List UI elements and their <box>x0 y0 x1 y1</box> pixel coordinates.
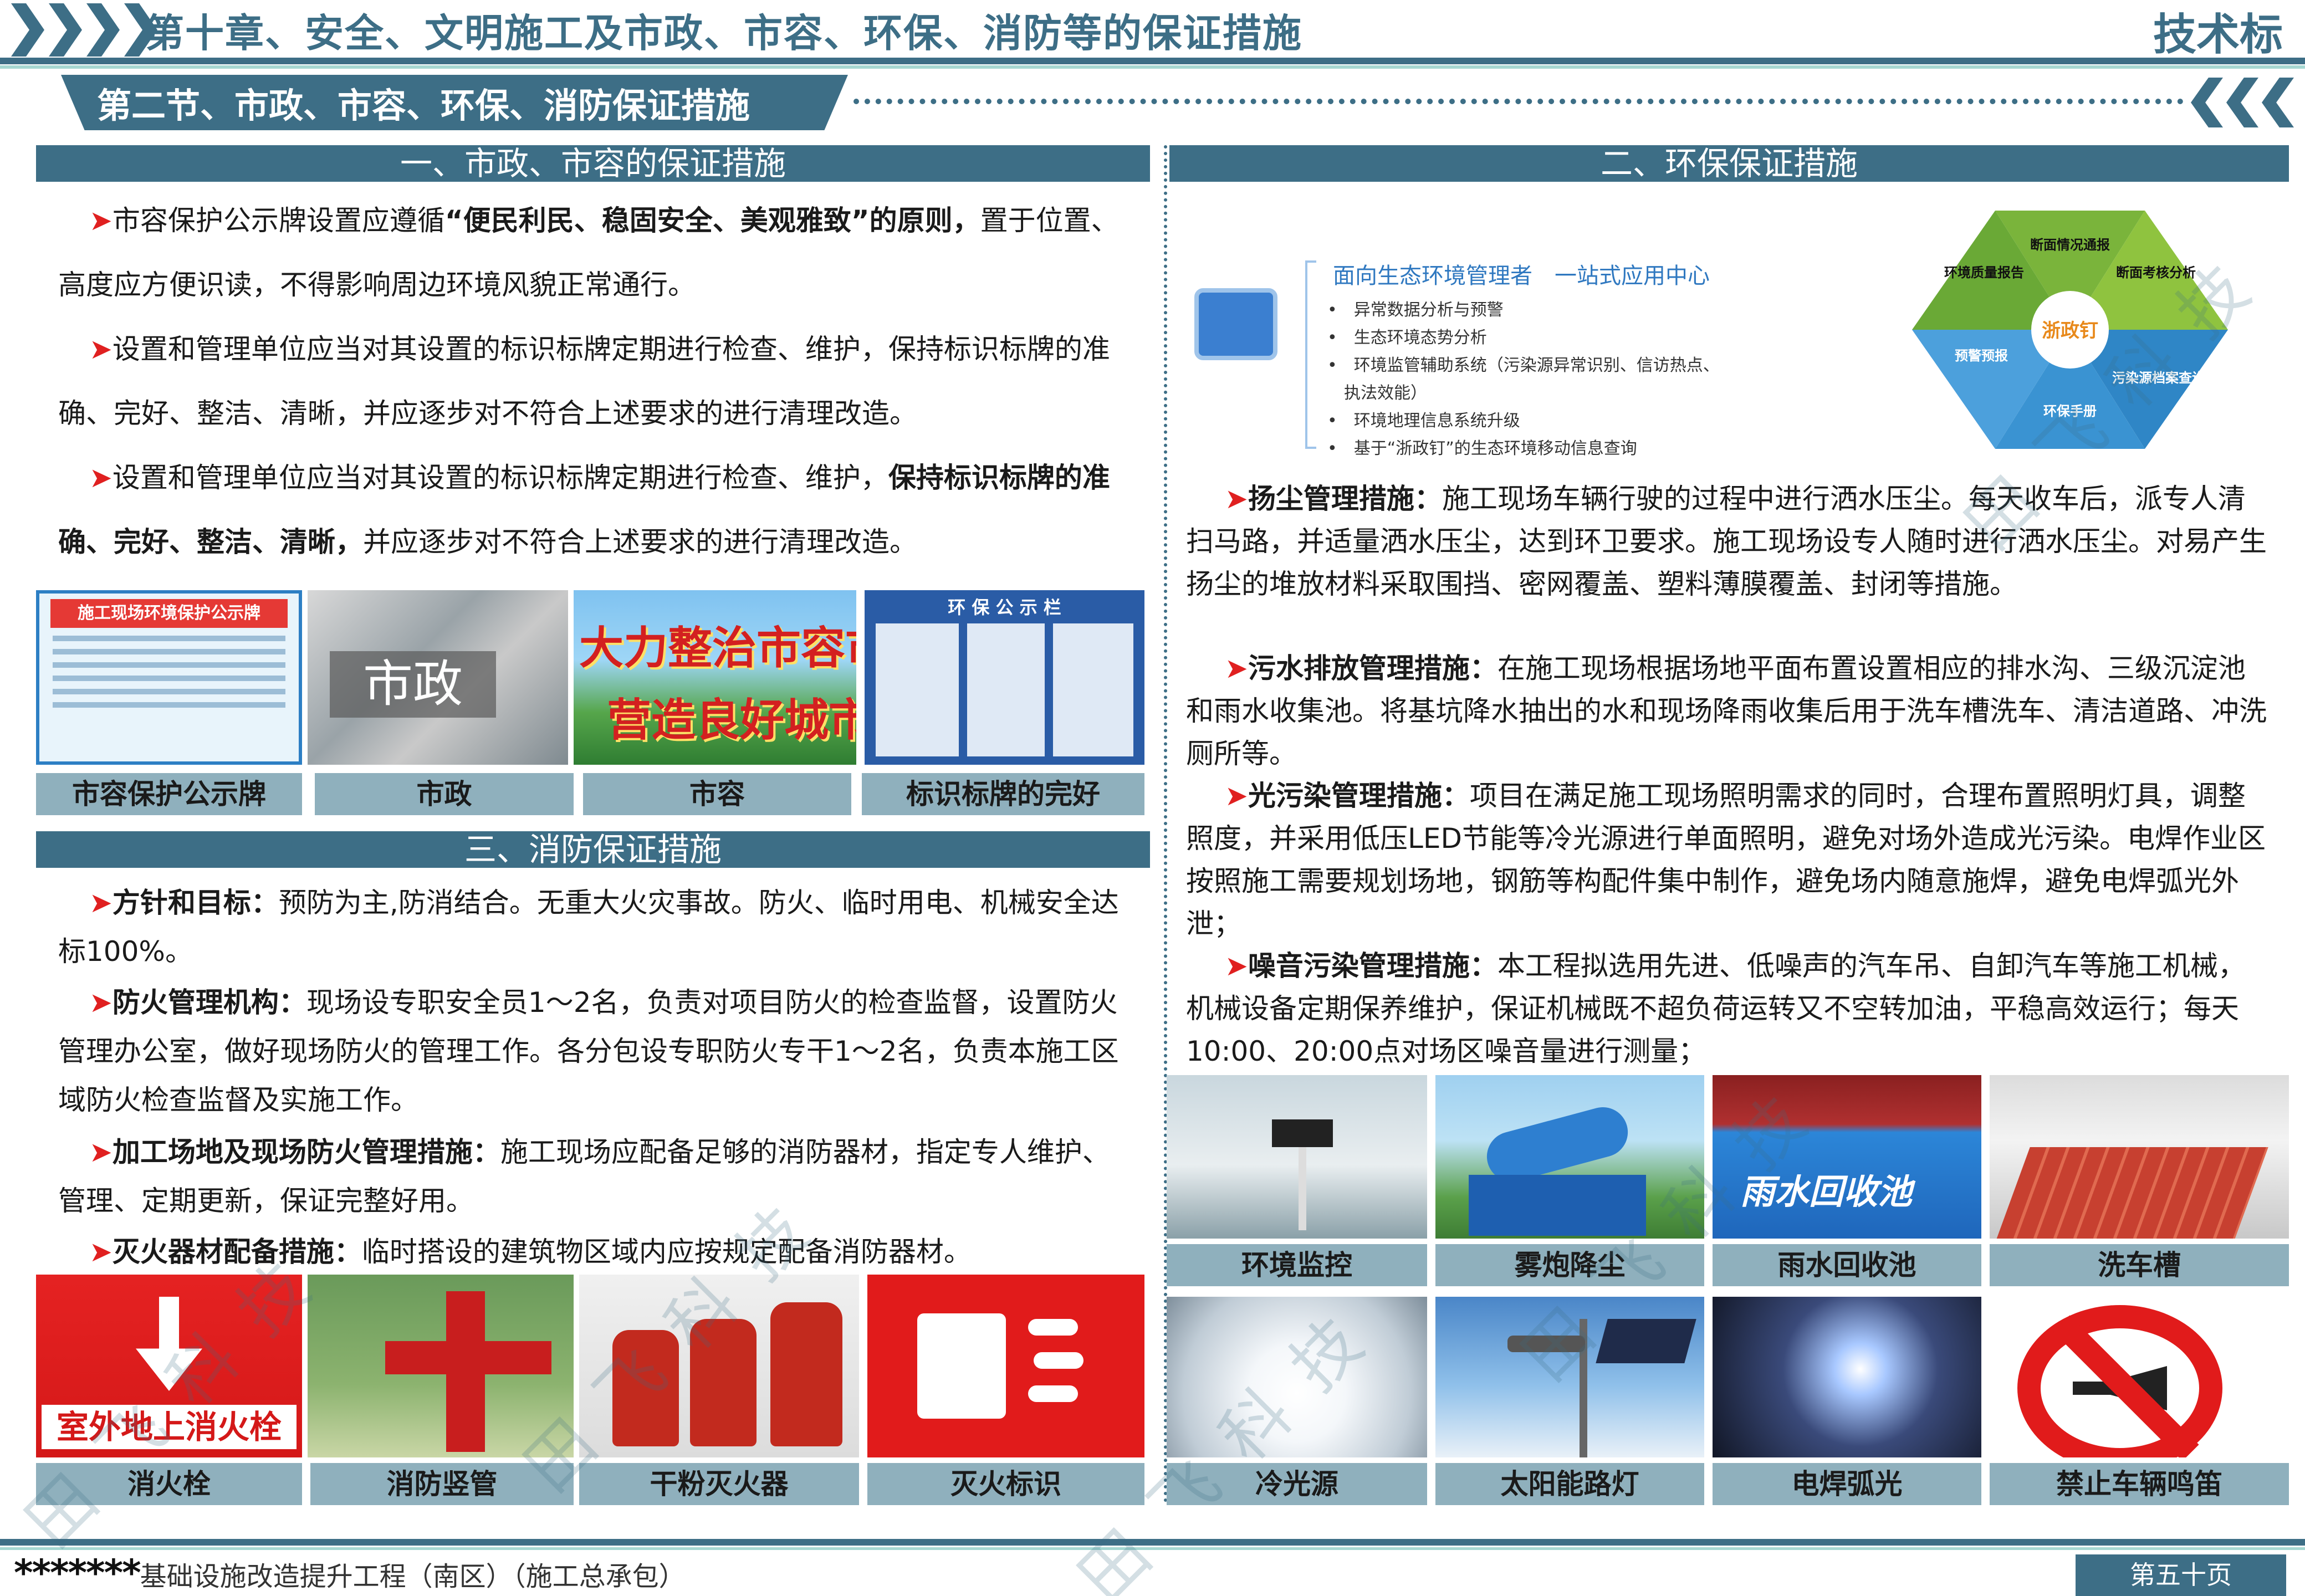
photo-environment-signboard: 施工现场环境保护公示牌 <box>36 590 302 765</box>
photo-no-horn-sign <box>1990 1297 2289 1457</box>
caption-municipal: 市政 <box>315 773 574 815</box>
paragraph-sign-maintenance-bold: ➤设置和管理单位应当对其设置的标识标牌定期进行检查、维护，保持标识标牌的准确、完… <box>58 462 1110 558</box>
bullet-arrow-icon: ➤ <box>89 204 113 237</box>
hex-label: 环境质量报告 <box>1944 265 2024 280</box>
caption-welding-arc: 电焊弧光 <box>1713 1463 1981 1505</box>
bullet-arrow-icon: ➤ <box>89 1236 113 1268</box>
section-title: 第二节、市政、市容、环保、消防保证措施 <box>97 85 750 126</box>
caption-rain-pool: 雨水回收池 <box>1713 1244 1981 1286</box>
forward-chevrons-icon <box>11 3 157 57</box>
list-item: • 环境监管辅助系统（污染源异常识别、信访热点、 <box>1327 356 1720 375</box>
paragraph-dust-control: ➤扬尘管理措施：施工现场车辆行驶的过程中进行洒水压尘。每天收车后，派专人清扫马路… <box>1186 483 2267 600</box>
bullet-arrow-icon: ➤ <box>1225 780 1248 812</box>
list-item: • 异常数据分析与预警 <box>1327 300 1504 320</box>
caption-env-monitor: 环境监控 <box>1167 1244 1427 1286</box>
photo-cold-light <box>1167 1297 1427 1457</box>
paragraph-sign-maintenance: ➤设置和管理单位应当对其设置的标识标牌定期进行检查、维护，保持标识标牌的准确、完… <box>58 333 1110 429</box>
photo-environment-monitor <box>1167 1075 1427 1239</box>
paragraph-fire-organization: ➤防火管理机构：现场设专职安全员1～2名，负责对项目防火的检查监督，设置防火管理… <box>58 986 1119 1116</box>
hex-label: 污染源档案查询 <box>2112 370 2205 386</box>
caption-no-horn: 禁止车辆鸣笛 <box>1990 1463 2289 1505</box>
photo-welding-arc <box>1713 1297 1981 1457</box>
paragraph-extinguisher-allocation: ➤灭火器材配备措施：临时搭设的建筑物区域内应按规定配备消防器材。 <box>89 1236 972 1268</box>
hex-label: 预警预报 <box>1955 348 2008 364</box>
caption-hydrant: 消火栓 <box>36 1463 302 1505</box>
caption-fog-cannon: 雾炮降尘 <box>1435 1244 1704 1286</box>
photo-rainwater-pool: 雨水回收池 <box>1713 1075 1981 1239</box>
paragraph-site-fire-management: ➤加工场地及现场防火管理措施：施工现场应配备足够的消防器材，指定专人维护、管理、… <box>58 1136 1110 1217</box>
photo-extinguisher-sign <box>867 1275 1144 1457</box>
caption-extinguisher: 干粉灭火器 <box>579 1463 859 1505</box>
bullet-arrow-icon: ➤ <box>1225 652 1248 684</box>
system-feature-list: • 异常数据分析与预警 • 生态环境态势分析 • 环境监管辅助系统（污染源异常识… <box>1327 296 1720 463</box>
list-item: • 环境地理信息系统升级 <box>1327 411 1520 431</box>
caption-signboard: 市容保护公示牌 <box>36 773 302 815</box>
footer-rule-accent <box>0 1547 2305 1550</box>
hex-label: 环保手册 <box>2043 403 2097 419</box>
paragraph-signboard-principle: ➤市容保护公示牌设置应遵循“便民利民、稳固安全、美观雅致”的原则，置于位置、高度… <box>58 204 1119 301</box>
photo-fog-cannon <box>1435 1075 1704 1239</box>
paragraph-light-pollution-control: ➤光污染管理措施：项目在满足施工现场照明需求的同时，合理布置照明灯具，调整照度，… <box>1186 780 2266 940</box>
caption-sign-intact: 标识标牌的完好 <box>862 773 1144 815</box>
chapter-header: 第十章、安全、文明施工及市政、市容、环保、消防等的保证措施 技术标 <box>0 0 2305 61</box>
hex-center-label: 浙政钉 <box>2042 320 2098 342</box>
footer-rule <box>0 1539 2305 1546</box>
extinguisher-icon <box>917 1313 1006 1419</box>
photo-dry-powder-extinguishers <box>579 1275 859 1457</box>
section-dotted-rule <box>853 99 2184 104</box>
bullet-arrow-icon: ➤ <box>89 887 113 919</box>
bullet-arrow-icon: ➤ <box>89 986 113 1019</box>
arrow-down-icon <box>136 1297 202 1391</box>
photo-municipal-sign: 市政 <box>308 590 568 765</box>
header-rule <box>0 58 2305 64</box>
hexagon-function-wheel: 浙政钉 断面情况通报 断面考核分析 污染源档案查询 环保手册 预警预报 环境质量… <box>1912 211 2228 449</box>
caption-standpipe: 消防竖管 <box>310 1463 574 1505</box>
photo-car-wash-trough <box>1990 1075 2289 1239</box>
caption-fire-sign: 灭火标识 <box>867 1463 1144 1505</box>
hex-label: 断面情况通报 <box>2030 237 2110 253</box>
hex-label: 断面考核分析 <box>2116 265 2196 280</box>
back-chevrons-icon <box>2191 78 2294 127</box>
paragraph-noise-control: ➤噪音污染管理措施：本工程拟选用先进、低噪声的汽车吊、自卸汽车等施工机械，机械设… <box>1186 950 2246 1067</box>
system-title: 面向生态环境管理者 一站式应用中心 <box>1333 263 1710 289</box>
photo-fire-standpipe <box>308 1275 574 1457</box>
page-number: 第五十页 <box>2076 1554 2286 1596</box>
bullet-arrow-icon: ➤ <box>89 1136 113 1168</box>
list-item: 执法效能） <box>1344 383 1427 403</box>
chapter-tag: 技术标 <box>2153 10 2283 60</box>
paragraph-wastewater-control: ➤污水排放管理措施：在施工现场根据场地平面布置设置相应的排水沟、三级沉淀池和雨水… <box>1186 652 2267 770</box>
paragraph-fire-policy: ➤方针和目标：预防为主,防消结合。无重大火灾事故。防火、临时用电、机械安全达标1… <box>58 887 1119 968</box>
bullet-arrow-icon: ➤ <box>89 462 113 494</box>
header-rule-accent <box>0 65 2305 69</box>
subhead-fire: 三、消防保证措施 <box>36 831 1150 868</box>
bullet-arrow-icon: ➤ <box>1225 950 1248 982</box>
subhead-municipal: 一、市政、市容的保证措施 <box>36 145 1150 182</box>
chapter-title: 第十章、安全、文明施工及市政、市容、环保、消防等的保证措施 <box>145 11 1302 56</box>
caption-car-wash: 洗车槽 <box>1990 1244 2289 1286</box>
caption-cold-light: 冷光源 <box>1167 1463 1427 1505</box>
photo-eco-notice-board: 环 保 公 示 栏 <box>865 590 1144 765</box>
footer-project: *******基础设施改造提升工程（南区）（施工总承包） <box>14 1552 686 1594</box>
subhead-environment: 二、环保保证措施 <box>1169 145 2289 182</box>
bullet-arrow-icon: ➤ <box>89 333 113 365</box>
bullet-arrow-icon: ➤ <box>1225 483 1248 515</box>
photo-solar-streetlight <box>1435 1297 1704 1457</box>
photo-outdoor-hydrant-sign: 室外地上消火栓 <box>36 1275 302 1457</box>
list-item: • 生态环境态势分析 <box>1327 328 1487 347</box>
app-logo-icon <box>1194 288 1277 360</box>
list-item: • 基于“浙政钉”的生态环境移动信息查询 <box>1327 439 1637 458</box>
photo-city-banner: 大力整治市容市貌 营造良好城市环境 <box>574 590 856 765</box>
caption-cityscape: 市容 <box>583 773 851 815</box>
caption-solar-light: 太阳能路灯 <box>1435 1463 1704 1505</box>
